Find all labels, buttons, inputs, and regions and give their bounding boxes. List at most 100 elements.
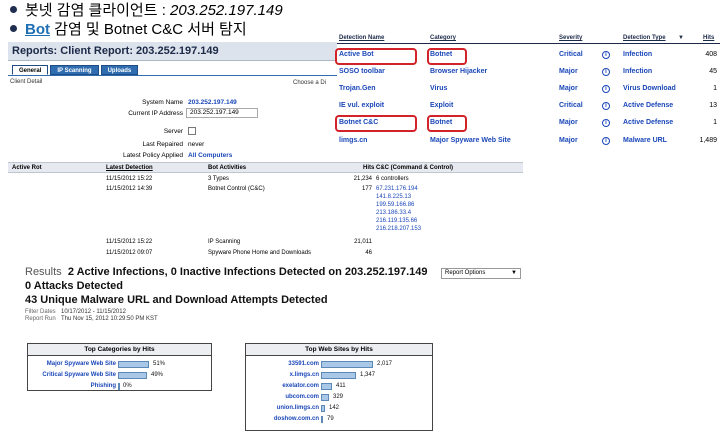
info-icon[interactable]: i — [602, 119, 610, 127]
bullet1-text: 봇넷 감염 클라이언트 : — [25, 2, 171, 19]
row-date: 11/15/2012 09:07 — [106, 250, 153, 256]
detection-severity: Major — [559, 137, 578, 144]
cc-ip-link[interactable]: 67.231.176.194 — [376, 186, 418, 192]
bullet-infected-client: 봇넷 감염 클라이언트 : 203.252.197.149 — [10, 2, 283, 20]
bar-label[interactable]: 33591.com — [288, 361, 319, 367]
bar-value: 79 — [327, 416, 334, 422]
detection-severity: Critical — [559, 102, 583, 109]
info-icon[interactable]: i — [602, 85, 610, 93]
bar-value: 51% — [153, 361, 166, 367]
bar-row: union.limgs.cn 142 — [246, 403, 339, 414]
detection-severity: Critical — [559, 51, 583, 58]
bar-row: x.limgs.cn 1,347 — [246, 370, 375, 381]
latest-policy-link[interactable]: All Computers — [188, 152, 232, 159]
detection-row[interactable]: limgs.cn Major Spyware Web Site Major i … — [337, 132, 720, 150]
bar-label[interactable]: exelator.com — [282, 383, 319, 389]
info-icon[interactable]: i — [602, 137, 610, 145]
col-category[interactable]: Category — [430, 35, 456, 41]
detection-type: Virus Download — [623, 85, 676, 92]
bar-label[interactable]: Major Spyware Web Site — [47, 361, 116, 367]
top-categories-chart: Top Categories by Hits Major Spyware Web… — [27, 343, 212, 391]
col-hits: Hits — [363, 165, 375, 171]
detection-type: Infection — [623, 51, 653, 58]
report-run: Report Run Thu Nov 15, 2012 10:29:50 PM K… — [25, 316, 158, 322]
current-ip-field[interactable]: 203.252.197.149 — [186, 108, 258, 118]
cc-ip-link[interactable]: 199.59.166.86 — [376, 202, 414, 208]
row-activity: IP Scanning — [208, 239, 241, 245]
current-ip-label: Current IP Address — [128, 110, 183, 117]
results-line-1: Results 2 Active Infections, 0 Inactive … — [25, 266, 428, 278]
col-detection-name[interactable]: Detection Name — [339, 35, 384, 41]
col-latest-detection[interactable]: Latest Detection — [106, 165, 153, 171]
info-icon[interactable]: i — [602, 102, 610, 110]
results-infections: 2 Active Infections, 0 Inactive Infectio… — [67, 266, 428, 278]
server-checkbox[interactable] — [188, 127, 196, 135]
detection-name-link[interactable]: limgs.cn — [339, 137, 367, 144]
detection-category-link[interactable]: Browser Hijacker — [430, 68, 487, 75]
highlight-box-botnet-1 — [427, 48, 467, 65]
bullet2-keyword-link[interactable]: Bot — [25, 21, 50, 38]
bar — [321, 383, 332, 390]
bar-label[interactable]: union.limgs.cn — [277, 405, 319, 411]
bar-label[interactable]: Phishing — [91, 383, 116, 389]
choose-label: Choose a Di — [293, 80, 327, 86]
col-cc: C&C (Command & Control) — [376, 165, 453, 171]
bullet1-ip: 203.252.197.149 — [170, 2, 283, 19]
latest-policy-label: Latest Policy Applied — [123, 152, 183, 159]
detection-row[interactable]: Trojan.Gen Virus Major i Virus Download … — [337, 80, 720, 98]
tab-uploads[interactable]: Uploads — [100, 65, 139, 75]
detection-category-link[interactable]: Virus — [430, 85, 447, 92]
detection-name-link[interactable]: Trojan.Gen — [339, 85, 376, 92]
bar-value: 142 — [329, 405, 340, 411]
detection-category-link[interactable]: Exploit — [430, 102, 453, 109]
bullet2-text: 감염 및 Botnet C&C 서버 탐지 — [50, 21, 247, 38]
tab-general[interactable]: General — [12, 65, 49, 75]
bar — [321, 372, 356, 379]
detection-hits: 13 — [709, 102, 717, 109]
bar-row: exelator.com 411 — [246, 381, 346, 392]
system-name-label: System Name — [142, 99, 183, 106]
bar-label[interactable]: x.limgs.cn — [290, 372, 319, 378]
detection-type: Active Defense — [623, 102, 674, 109]
tab-ip-scanning[interactable]: IP Scanning — [50, 65, 99, 75]
row-activity: 3 Types — [208, 176, 229, 182]
detection-hits: 408 — [705, 51, 717, 58]
cc-ip-link[interactable]: 216.218.207.153 — [376, 226, 421, 232]
bar-value: 329 — [333, 394, 344, 400]
col-bot-activities: Bot Activities — [208, 165, 247, 171]
dropdown-arrow-icon: ▼ — [511, 270, 517, 276]
detection-row[interactable]: SOSO toolbar Browser Hijacker Major i In… — [337, 63, 720, 81]
bar — [118, 361, 149, 368]
col-hits[interactable]: Hits — [703, 35, 714, 41]
detection-table: Detection Name Category Severity Detecti… — [335, 34, 720, 152]
chart-title: Top Categories by Hits — [28, 344, 211, 356]
detection-row[interactable]: IE vul. exploit Exploit Critical i Activ… — [337, 97, 720, 115]
cc-ip-link[interactable]: 213.186.33.4 — [376, 210, 411, 216]
bar — [321, 405, 325, 412]
col-severity[interactable]: Severity — [559, 35, 582, 41]
row-hits: 177 — [361, 186, 372, 192]
bar — [321, 394, 329, 401]
bar — [118, 383, 120, 390]
report-options-select[interactable]: Report Options ▼ — [441, 268, 521, 279]
bar-label[interactable]: Critical Spyware Web Site — [42, 372, 116, 378]
cc-ip-link[interactable]: 141.8.225.13 — [376, 194, 411, 200]
info-icon[interactable]: i — [602, 68, 610, 76]
bar-label[interactable]: ubcom.com — [285, 394, 319, 400]
detection-hits: 1,489 — [699, 137, 717, 144]
report-options-value: Report Options — [445, 270, 486, 276]
detection-category-link[interactable]: Major Spyware Web Site — [430, 137, 511, 144]
bar-label[interactable]: doshow.com.cn — [274, 416, 319, 422]
top-websites-chart: Top Web Sites by Hits 33591.com 2,017 x.li… — [245, 343, 433, 431]
sort-desc-icon[interactable]: ▼ — [678, 35, 684, 41]
results-summary: Results 2 Active Infections, 0 Inactive … — [25, 266, 525, 328]
info-icon[interactable]: i — [602, 51, 610, 59]
bullet-dot-icon — [10, 5, 17, 13]
system-name-value[interactable]: 203.252.197.149 — [188, 99, 237, 106]
cc-ip-link[interactable]: 216.119.135.66 — [376, 218, 417, 224]
col-active-bot: Active Rot — [12, 165, 42, 171]
detection-name-link[interactable]: SOSO toolbar — [339, 68, 385, 75]
detection-name-link[interactable]: IE vul. exploit — [339, 102, 384, 109]
col-detection-type[interactable]: Detection Type — [623, 35, 666, 41]
last-repaired-value: never — [188, 141, 205, 148]
